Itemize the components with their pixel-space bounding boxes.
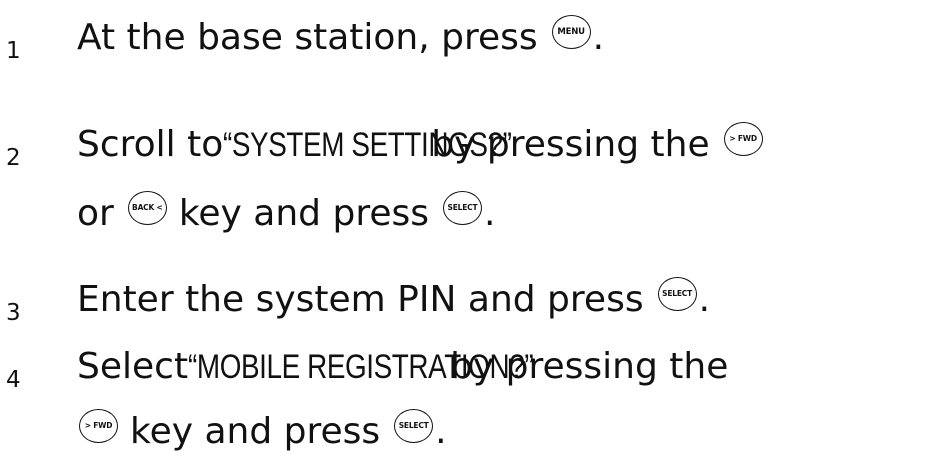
instruction-text: . (483, 193, 496, 234)
step-number: 4 (6, 367, 21, 393)
step-number: 3 (6, 300, 21, 326)
step-number: 2 (6, 145, 21, 171)
instruction-text: . (435, 411, 447, 452)
step-number: 1 (6, 38, 21, 64)
step-1-line-1: At the base station, press MENU . (77, 15, 605, 58)
forward-key-icon: > FWD (723, 122, 763, 156)
forward-key-icon: > FWD (79, 409, 118, 443)
menu-key-icon: MENU (551, 15, 591, 49)
instruction-text: Scroll to (77, 124, 224, 165)
instruction-text: At the base station, press (77, 17, 538, 58)
instruction-text: Select (77, 346, 189, 387)
step-2-line-2: or BACK < key and press SELECT . (77, 191, 496, 234)
select-key-icon: SELECT (394, 409, 434, 443)
back-key-icon: BACK < (127, 191, 167, 225)
instruction-text: . (698, 279, 711, 320)
select-key-icon: SELECT (657, 277, 697, 311)
instruction-text: Enter the system PIN and press (77, 279, 644, 320)
menu-option-label: “MOBILE REGISTRATION?” (188, 348, 534, 386)
step-2-line-1: Scroll to “SYSTEM SETTINGS?” by pressing… (77, 122, 765, 165)
select-key-icon: SELECT (442, 191, 482, 225)
instruction-text: key and press (178, 193, 429, 234)
instruction-text: key and press (130, 411, 381, 452)
menu-option-label: “SYSTEM SETTINGS?” (223, 126, 512, 164)
step-4-line-2: > FWD key and press SELECT . (77, 409, 447, 452)
instruction-text: . (592, 17, 605, 58)
instruction-text: or (77, 193, 114, 234)
step-3-line-1: Enter the system PIN and press SELECT . (77, 277, 711, 320)
step-4-line-1: Select “MOBILE REGISTRATION?” by pressin… (77, 349, 728, 385)
